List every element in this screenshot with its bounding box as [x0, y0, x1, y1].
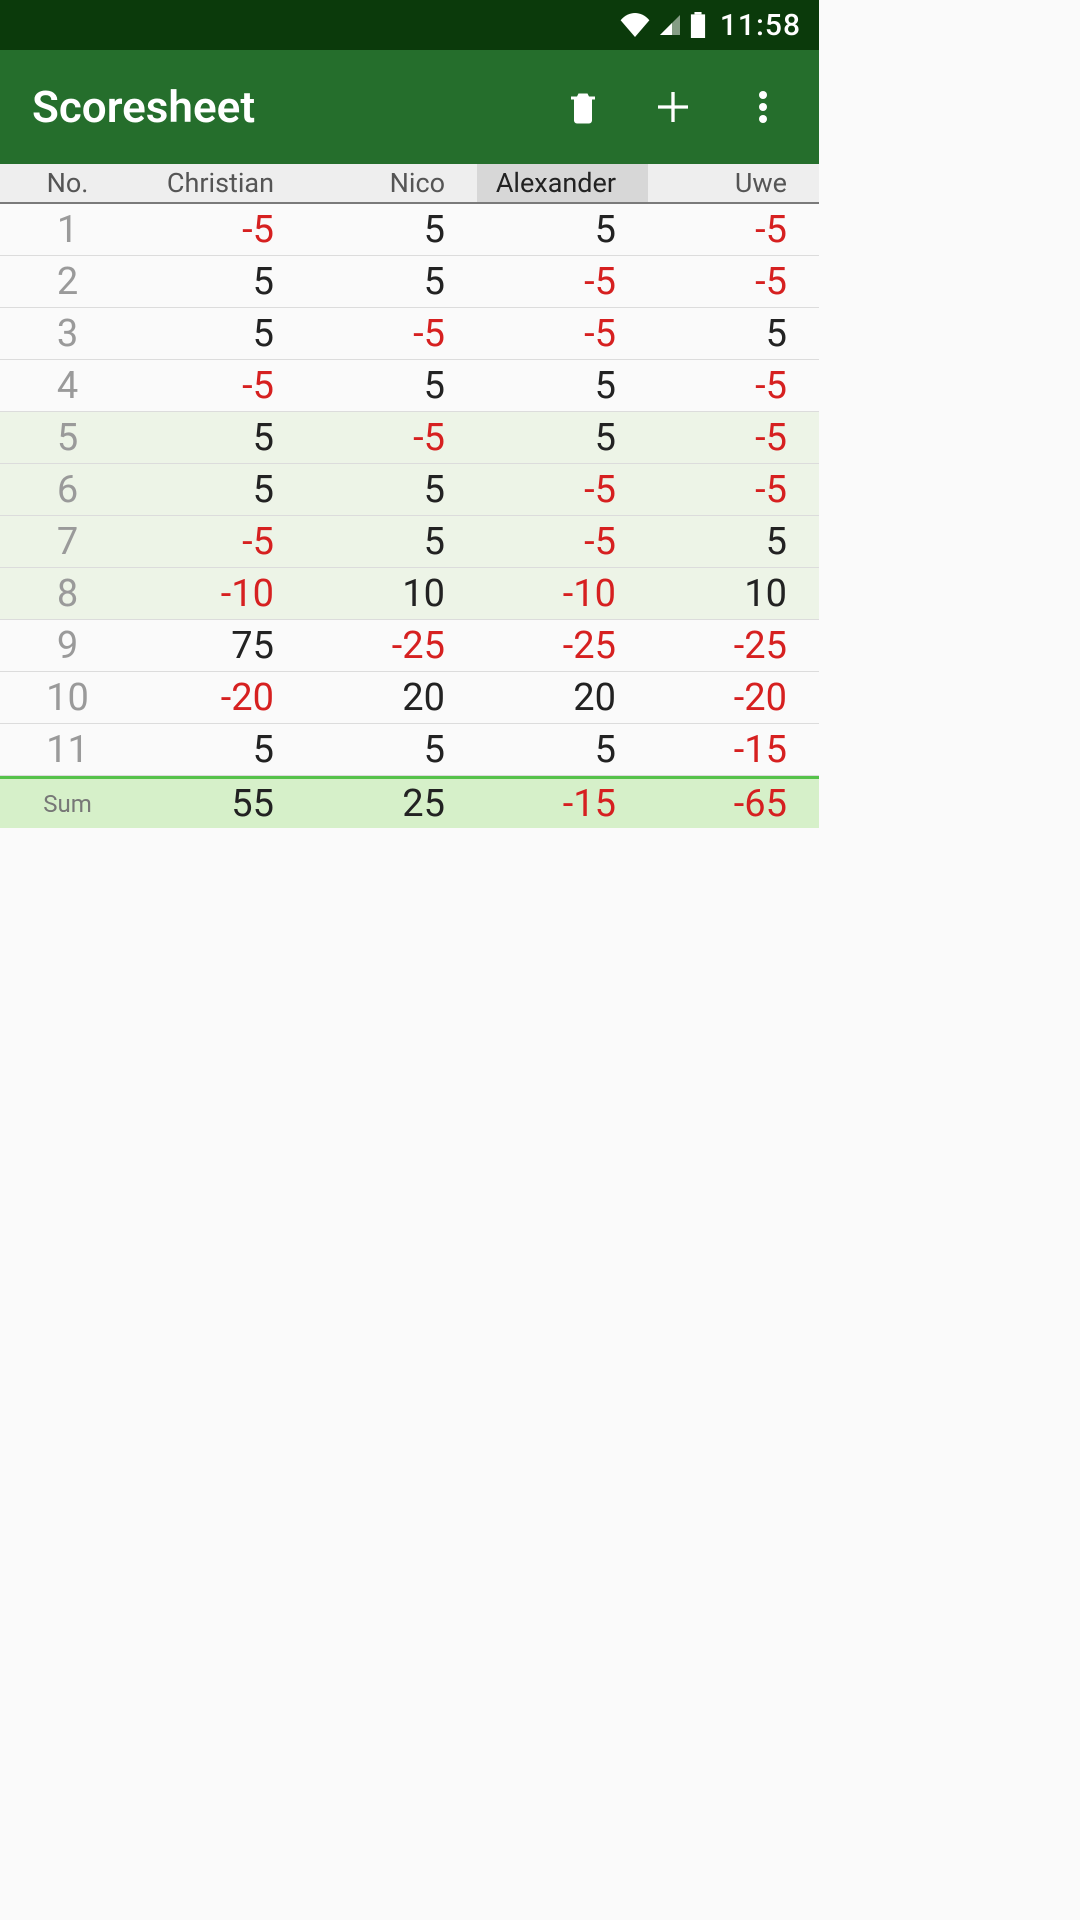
score-cell: 5	[135, 308, 306, 359]
row-no: 8	[0, 568, 135, 619]
score-cell: 10	[306, 568, 477, 619]
score-cell: 5	[477, 360, 648, 411]
col-header-player[interactable]: Christian	[135, 164, 306, 202]
score-cell: 10	[648, 568, 819, 619]
app-bar: Scoresheet	[0, 50, 819, 164]
row-no: 9	[0, 620, 135, 671]
score-cell: -25	[306, 620, 477, 671]
table-row[interactable]: 55-55-5	[0, 412, 819, 464]
score-cell: -5	[477, 256, 648, 307]
table-row[interactable]: 1-555-5	[0, 204, 819, 256]
table-row[interactable]: 35-5-55	[0, 308, 819, 360]
score-cell: 5	[648, 516, 819, 567]
score-cell: 5	[477, 204, 648, 255]
table-row[interactable]: 7-55-55	[0, 516, 819, 568]
score-cell: -5	[135, 360, 306, 411]
add-button[interactable]	[637, 71, 709, 143]
score-cell: -15	[648, 724, 819, 775]
score-cell: -5	[648, 360, 819, 411]
table-row[interactable]: 10-202020-20	[0, 672, 819, 724]
row-no: 2	[0, 256, 135, 307]
score-cell: 5	[477, 412, 648, 463]
score-cell: 5	[135, 724, 306, 775]
score-cell: -5	[648, 464, 819, 515]
cell-signal-icon	[658, 13, 682, 37]
score-cell: -5	[648, 412, 819, 463]
row-no: 5	[0, 412, 135, 463]
wifi-icon	[620, 13, 650, 37]
sum-cell: -15	[477, 779, 648, 828]
table-row[interactable]: 11555-15	[0, 724, 819, 776]
score-cell: -5	[477, 308, 648, 359]
row-no: 1	[0, 204, 135, 255]
table-row[interactable]: 8-1010-1010	[0, 568, 819, 620]
score-cell: 5	[477, 724, 648, 775]
score-cell: 5	[135, 464, 306, 515]
score-cell: -5	[648, 204, 819, 255]
score-cell: 5	[306, 256, 477, 307]
row-no: 3	[0, 308, 135, 359]
score-cell: 5	[135, 412, 306, 463]
table-row[interactable]: 655-5-5	[0, 464, 819, 516]
row-no: 11	[0, 724, 135, 775]
table-row[interactable]: 4-555-5	[0, 360, 819, 412]
score-cell: -5	[135, 516, 306, 567]
score-cell: -10	[135, 568, 306, 619]
sum-cell: 25	[306, 779, 477, 828]
score-cell: -5	[135, 204, 306, 255]
score-cell: -25	[648, 620, 819, 671]
score-cell: -5	[648, 256, 819, 307]
score-cell: 20	[477, 672, 648, 723]
score-cell: -5	[477, 464, 648, 515]
table-body: 1-555-5255-5-535-5-554-555-555-55-5655-5…	[0, 204, 819, 776]
score-cell: 5	[306, 516, 477, 567]
table-sum-row: Sum 55 25 -15 -65	[0, 776, 819, 828]
sum-label: Sum	[0, 779, 135, 828]
table-row[interactable]: 975-25-25-25	[0, 620, 819, 672]
battery-icon	[690, 12, 706, 38]
score-cell: 75	[135, 620, 306, 671]
score-cell: 20	[306, 672, 477, 723]
status-bar: 11:58	[0, 0, 819, 50]
score-cell: -25	[477, 620, 648, 671]
score-cell: -10	[477, 568, 648, 619]
score-cell: 5	[306, 464, 477, 515]
delete-button[interactable]	[547, 71, 619, 143]
col-header-player[interactable]: Alexander	[477, 164, 648, 202]
row-no: 4	[0, 360, 135, 411]
score-cell: -20	[648, 672, 819, 723]
row-no: 6	[0, 464, 135, 515]
score-cell: -5	[306, 308, 477, 359]
table-row[interactable]: 255-5-5	[0, 256, 819, 308]
row-no: 7	[0, 516, 135, 567]
overflow-menu-button[interactable]	[727, 71, 799, 143]
score-cell: 5	[306, 204, 477, 255]
col-header-player[interactable]: Nico	[306, 164, 477, 202]
score-cell: 5	[135, 256, 306, 307]
row-no: 10	[0, 672, 135, 723]
status-time: 11:58	[720, 8, 801, 43]
sum-cell: -65	[648, 779, 819, 828]
score-cell: 5	[306, 724, 477, 775]
score-cell: -5	[477, 516, 648, 567]
score-cell: -5	[306, 412, 477, 463]
score-cell: 5	[648, 308, 819, 359]
sum-cell: 55	[135, 779, 306, 828]
score-cell: -20	[135, 672, 306, 723]
col-header-no: No.	[0, 164, 135, 202]
table-header: No. Christian Nico Alexander Uwe	[0, 164, 819, 204]
page-title: Scoresheet	[32, 81, 529, 133]
col-header-player[interactable]: Uwe	[648, 164, 819, 202]
score-cell: 5	[306, 360, 477, 411]
